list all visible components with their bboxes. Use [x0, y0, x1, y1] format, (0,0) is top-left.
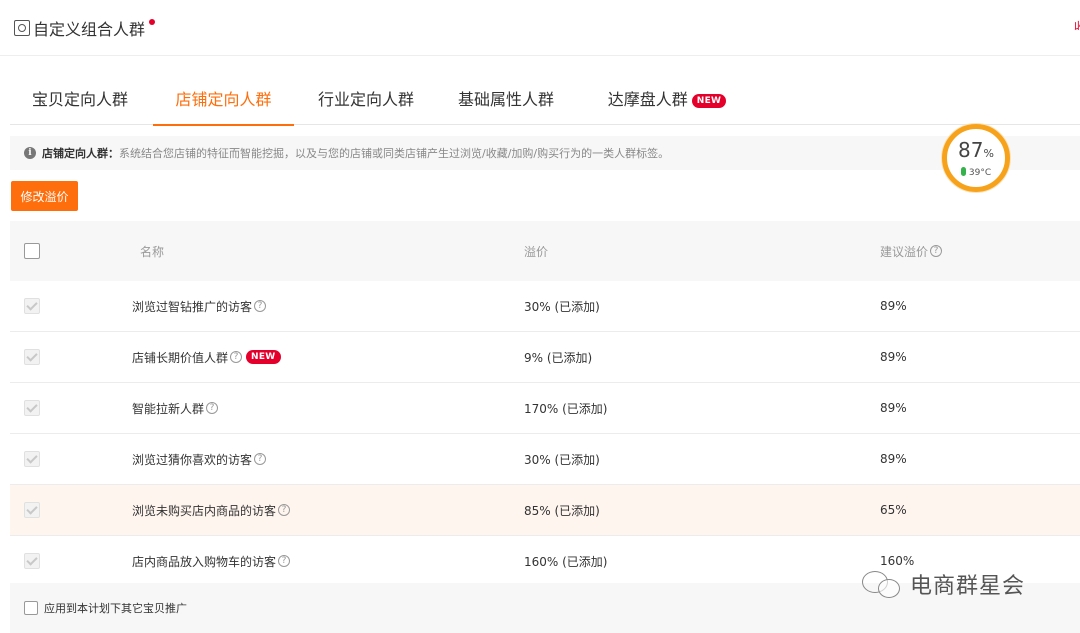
info-text: 系统结合您店铺的特征而智能挖掘，以及与您的店铺或同类店铺产生过浏览/收藏/加购/… [119, 147, 670, 160]
row-check-cell [24, 536, 40, 586]
modify-premium-button[interactable]: 修改溢价 [11, 181, 78, 211]
row-name: 浏览过智钻推广的访客? [132, 281, 267, 331]
row-checkbox[interactable] [24, 298, 40, 314]
table-header: 名称 溢价 建议溢价? [10, 221, 1080, 281]
row-name: 智能拉新人群? [132, 383, 219, 433]
row-checkbox[interactable] [24, 553, 40, 569]
watermark-text: 电商群星会 [910, 574, 1026, 599]
tab-industry-crowd[interactable]: 行业定向人群 [310, 76, 422, 125]
help-icon[interactable]: ? [254, 453, 267, 465]
row-premium[interactable]: 9% (已添加) [524, 332, 592, 382]
tab-label: 店铺定向人群 [175, 90, 272, 109]
apply-all-label[interactable]: 应用到本计划下其它宝贝推广 [44, 600, 187, 616]
row-checkbox[interactable] [24, 502, 40, 518]
page-header: 自定义组合人群 收 [0, 0, 1080, 56]
row-check-cell [24, 281, 40, 331]
wechat-icon [860, 569, 904, 599]
required-dot [149, 19, 156, 25]
row-checkbox[interactable] [24, 349, 40, 365]
collapse-link[interactable]: 收 [1074, 18, 1080, 30]
crowd-table: 名称 溢价 建议溢价? 浏览过智钻推广的访客? 30% (已添加) 89% 店铺… [10, 221, 1080, 587]
row-checkbox[interactable] [24, 400, 40, 416]
select-all-checkbox[interactable] [24, 243, 40, 259]
tab-label: 行业定向人群 [317, 90, 414, 109]
crowd-tabs: 宝贝定向人群 店铺定向人群 行业定向人群 基础属性人群 达摩盘人群 NEW [10, 76, 1080, 126]
watermark: 电商群星会 [860, 568, 1025, 600]
info-label: 店铺定向人群： [42, 147, 119, 160]
row-check-cell [24, 383, 40, 433]
row-suggested: 89% [880, 299, 907, 313]
header-premium: 溢价 [524, 244, 549, 259]
row-name: 浏览未购买店内商品的访客? [132, 485, 291, 535]
row-suggested: 89% [880, 401, 907, 415]
row-suggested: 89% [880, 350, 907, 364]
page-title: 自定义组合人群 [33, 20, 146, 39]
thermometer-icon [960, 167, 966, 176]
new-badge: NEW [246, 350, 281, 364]
info-bar: i 店铺定向人群： 系统结合您店铺的特征而智能挖掘，以及与您的店铺或同类店铺产生… [10, 136, 1080, 170]
help-icon[interactable]: ? [278, 555, 291, 567]
tab-basic-attribute-crowd[interactable]: 基础属性人群 [450, 76, 562, 125]
table-row: 店铺长期价值人群? NEW 9% (已添加) 89% [10, 332, 1080, 383]
tab-label: 基础属性人群 [457, 90, 554, 109]
row-premium[interactable]: 30% (已添加) [524, 434, 600, 484]
tab-label: 达摩盘人群 [607, 90, 688, 109]
help-icon[interactable]: ? [206, 402, 219, 414]
header-name: 名称 [140, 244, 165, 259]
crowd-settings-icon [14, 20, 30, 36]
row-premium[interactable]: 170% (已添加) [524, 383, 608, 433]
help-icon[interactable]: ? [254, 300, 267, 312]
row-checkbox[interactable] [24, 451, 40, 467]
performance-gauge[interactable]: 87% 39°C [942, 124, 1010, 192]
tab-label: 宝贝定向人群 [31, 90, 128, 109]
row-check-cell [24, 332, 40, 382]
title-wrap: 自定义组合人群 [14, 16, 156, 40]
row-premium[interactable]: 160% (已添加) [524, 536, 608, 586]
gauge-temperature: 39°C [947, 167, 1005, 178]
row-name: 店铺长期价值人群? NEW [132, 332, 281, 382]
new-badge: NEW [691, 93, 727, 108]
tab-shop-crowd[interactable]: 店铺定向人群 [153, 76, 294, 126]
row-name: 店内商品放入购物车的访客? [132, 536, 291, 586]
tab-dmp-crowd[interactable]: 达摩盘人群 NEW [597, 76, 737, 125]
tab-item-crowd[interactable]: 宝贝定向人群 [24, 76, 136, 125]
row-check-cell [24, 485, 40, 535]
row-suggested: 65% [880, 503, 907, 517]
table-row: 浏览过猜你喜欢的访客? 30% (已添加) 89% [10, 434, 1080, 485]
apply-all-checkbox[interactable] [24, 601, 38, 615]
header-suggested: 建议溢价? [880, 221, 943, 281]
table-row: 浏览未购买店内商品的访客? 85% (已添加) 65% [10, 485, 1080, 536]
table-row: 浏览过智钻推广的访客? 30% (已添加) 89% [10, 281, 1080, 332]
row-name: 浏览过猜你喜欢的访客? [132, 434, 267, 484]
row-check-cell [24, 434, 40, 484]
help-icon[interactable]: ? [230, 351, 243, 363]
table-row: 智能拉新人群? 170% (已添加) 89% [10, 383, 1080, 434]
row-suggested: 89% [880, 452, 907, 466]
info-icon: i [24, 147, 36, 159]
row-premium[interactable]: 30% (已添加) [524, 281, 600, 331]
gauge-percent: 87% [958, 138, 994, 162]
help-icon[interactable]: ? [930, 245, 943, 257]
row-premium[interactable]: 85% (已添加) [524, 485, 600, 535]
header-check-cell [24, 221, 40, 281]
help-icon[interactable]: ? [278, 504, 291, 516]
